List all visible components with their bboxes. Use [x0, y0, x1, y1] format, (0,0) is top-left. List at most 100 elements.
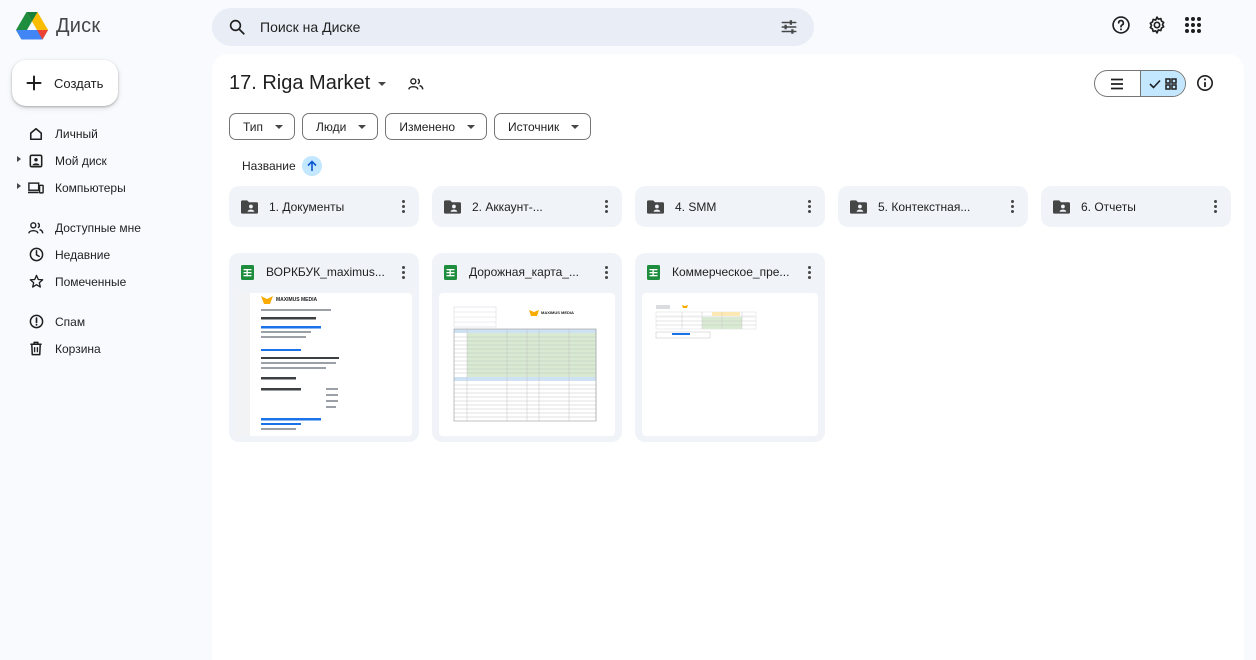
- file-card[interactable]: ВОРКБУК_maximus... MAXIMUS MEDIA: [229, 253, 419, 442]
- people-icon: [28, 220, 44, 236]
- sidebar-item-starred[interactable]: Помеченные: [0, 268, 212, 295]
- folder-card[interactable]: 2. Аккаунт-...: [432, 186, 622, 227]
- sidebar-item-label: Личный: [55, 126, 98, 141]
- help-icon[interactable]: [1110, 14, 1132, 36]
- file-thumbnail: [642, 293, 818, 436]
- more-options-icon[interactable]: [1006, 200, 1018, 213]
- filter-source-chip[interactable]: Источник: [494, 113, 592, 140]
- main-panel: 17. Riga Market Тип Люди Изменено Источн…: [212, 54, 1244, 660]
- folder-title-dropdown[interactable]: 17. Riga Market: [229, 72, 424, 95]
- search-options-icon[interactable]: [780, 18, 798, 36]
- sort-direction-button[interactable]: [301, 156, 322, 176]
- thumbnail-logo-text: MAXIMUS MEDIA: [541, 310, 574, 315]
- search-bar[interactable]: Поиск на Диске: [212, 8, 814, 46]
- sidebar-item-label: Корзина: [55, 341, 101, 356]
- spam-icon: [28, 314, 44, 330]
- folder-grid: 1. Документы 2. Аккаунт-... 4. SMM 5. Ко…: [229, 186, 1231, 227]
- more-options-icon[interactable]: [397, 200, 409, 213]
- more-options-icon[interactable]: [600, 200, 612, 213]
- file-card[interactable]: Дорожная_карта_... MAXIMUS MEDIA: [432, 253, 622, 442]
- google-sheets-icon: [444, 264, 457, 280]
- sidebar-item-label: Мой диск: [55, 153, 107, 168]
- shared-folder-icon: [1053, 199, 1070, 214]
- filter-people-chip[interactable]: Люди: [302, 113, 379, 140]
- create-label: Создать: [54, 75, 104, 91]
- folder-name: 5. Контекстная...: [878, 199, 971, 214]
- sidebar-item-trash[interactable]: Корзина: [0, 335, 212, 362]
- dropdown-arrow-icon: [467, 124, 475, 129]
- more-options-icon[interactable]: [803, 265, 815, 279]
- google-sheets-icon: [647, 264, 660, 280]
- sidebar-item-label: Спам: [55, 314, 86, 329]
- shared-folder-icon: [647, 199, 664, 214]
- filter-type-chip[interactable]: Тип: [229, 113, 296, 140]
- folder-name: 2. Аккаунт-...: [472, 199, 543, 214]
- search-icon[interactable]: [228, 18, 246, 36]
- grid-view-button[interactable]: [1139, 71, 1185, 96]
- file-thumbnail: MAXIMUS MEDIA: [236, 293, 412, 436]
- sidebar-item-spam[interactable]: Спам: [0, 308, 212, 335]
- search-input[interactable]: Поиск на Диске: [260, 19, 780, 35]
- drive-logo[interactable]: Диск: [16, 12, 100, 40]
- filter-chips: Тип Люди Изменено Источник: [229, 113, 592, 140]
- shared-folder-icon: [241, 199, 258, 214]
- dropdown-arrow-icon: [378, 81, 387, 86]
- trash-icon: [28, 341, 44, 357]
- sidebar-item-recent[interactable]: Недавние: [0, 241, 212, 268]
- file-name: Коммерческое_пре...: [672, 265, 790, 279]
- plus-icon: [26, 75, 42, 91]
- settings-gear-icon[interactable]: [1146, 14, 1168, 36]
- check-icon: [1149, 79, 1161, 89]
- sidebar-item-computers[interactable]: Компьютеры: [0, 174, 212, 201]
- sidebar-item-personal[interactable]: Личный: [0, 120, 212, 147]
- sort-header[interactable]: Название: [242, 156, 322, 176]
- app-title: Диск: [56, 14, 101, 37]
- chip-label: Источник: [508, 119, 560, 134]
- expand-caret-icon[interactable]: [17, 156, 21, 162]
- info-icon[interactable]: [1196, 74, 1214, 97]
- folder-card[interactable]: 4. SMM: [635, 186, 825, 227]
- star-icon: [28, 274, 44, 290]
- file-name: ВОРКБУК_maximus...: [266, 265, 385, 279]
- expand-caret-icon[interactable]: [17, 183, 21, 189]
- list-view-button[interactable]: [1095, 71, 1140, 96]
- sidebar-item-my-drive[interactable]: Мой диск: [0, 147, 212, 174]
- folder-name: 1. Документы: [269, 199, 345, 214]
- grid-icon: [1165, 77, 1177, 90]
- view-toggle: [1094, 70, 1186, 97]
- create-button[interactable]: Создать: [12, 60, 118, 106]
- thumbnail-logo-text: MAXIMUS MEDIA: [276, 297, 318, 303]
- sidebar-item-label: Помеченные: [55, 274, 127, 289]
- more-options-icon[interactable]: [803, 200, 815, 213]
- chip-label: Люди: [316, 119, 347, 134]
- folder-card[interactable]: 1. Документы: [229, 186, 419, 227]
- file-card[interactable]: Коммерческое_пре...: [635, 253, 825, 442]
- arrow-up-icon: [307, 160, 317, 171]
- folder-card[interactable]: 5. Контекстная...: [838, 186, 1028, 227]
- sidebar-item-shared-with-me[interactable]: Доступные мне: [0, 214, 212, 241]
- my-drive-icon: [28, 153, 44, 169]
- file-grid: ВОРКБУК_maximus... MAXIMUS MEDIA Дорожна…: [229, 253, 825, 442]
- file-thumbnail: MAXIMUS MEDIA: [439, 293, 615, 436]
- sidebar-item-label: Компьютеры: [55, 180, 126, 195]
- list-icon: [1111, 78, 1124, 89]
- sidebar-item-label: Доступные мне: [55, 220, 141, 235]
- computer-icon: [28, 180, 44, 196]
- google-sheets-icon: [241, 264, 254, 280]
- more-options-icon[interactable]: [1209, 200, 1221, 213]
- sort-label: Название: [242, 159, 296, 173]
- folder-name: 4. SMM: [675, 199, 717, 214]
- share-people-icon[interactable]: [408, 77, 424, 91]
- home-icon: [28, 126, 44, 142]
- folder-card[interactable]: 6. Отчеты: [1041, 186, 1231, 227]
- drive-logo-icon: [16, 12, 48, 40]
- filter-modified-chip[interactable]: Изменено: [385, 113, 487, 140]
- clock-icon: [28, 247, 44, 263]
- apps-grid-icon[interactable]: [1182, 14, 1204, 36]
- chip-label: Изменено: [399, 119, 455, 134]
- more-options-icon[interactable]: [397, 265, 409, 279]
- more-options-icon[interactable]: [600, 265, 612, 279]
- dropdown-arrow-icon: [275, 124, 284, 129]
- dropdown-arrow-icon: [571, 124, 580, 129]
- chip-label: Тип: [243, 119, 264, 134]
